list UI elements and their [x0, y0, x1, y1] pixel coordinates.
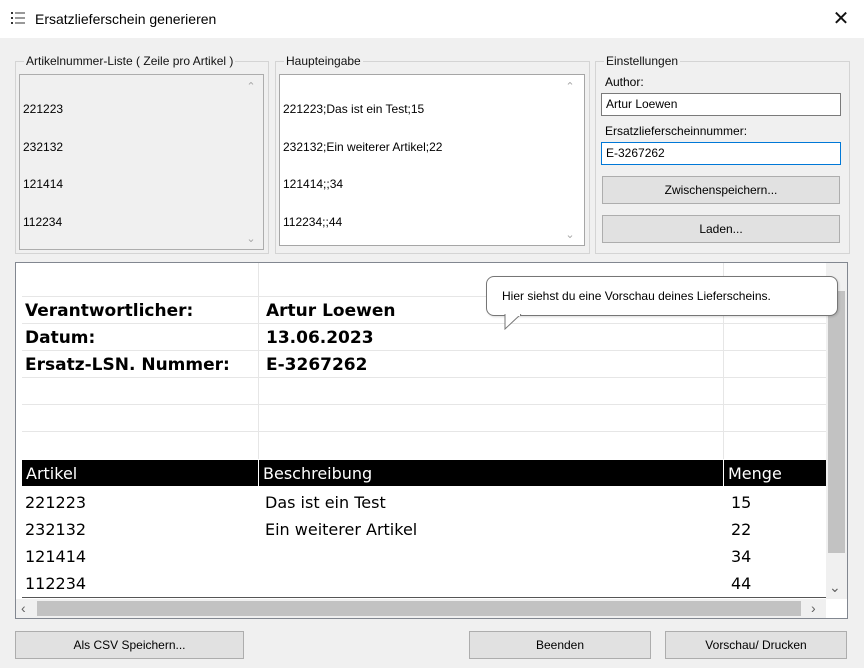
cell-quantity: 44	[731, 574, 752, 593]
column-header-description: Beschreibung	[259, 460, 723, 486]
column-header-quantity: Menge	[724, 460, 826, 486]
list-icon	[11, 12, 25, 24]
main-input-textarea[interactable]: 221223;Das ist ein Test;15 232132;Ein we…	[279, 74, 585, 246]
delivery-number-field[interactable]: E-3267262	[601, 142, 841, 165]
author-label: Author:	[605, 75, 644, 89]
cell-article: 121414	[25, 547, 87, 566]
horizontal-scrollbar[interactable]: ‹ ›	[16, 599, 826, 618]
cell-description: Das ist ein Test	[265, 493, 386, 512]
main-input-label: Haupteingabe	[284, 54, 363, 68]
tooltip-pointer	[504, 314, 522, 330]
input-line: 112234;;44	[283, 214, 343, 229]
vertical-scroll-thumb[interactable]	[828, 291, 845, 553]
lsn-number-value: E-3267262	[266, 355, 368, 375]
responsible-value: Artur Loewen	[266, 301, 396, 321]
cell-quantity: 22	[731, 520, 752, 539]
date-label: Datum:	[25, 328, 96, 348]
scroll-up-icon[interactable]: ⌃	[243, 80, 259, 93]
settings-label: Einstellungen	[604, 54, 681, 68]
cell-quantity: 15	[731, 493, 752, 512]
cell-article: 221223	[25, 493, 87, 512]
load-button[interactable]: Laden...	[602, 215, 840, 243]
scroll-down-icon[interactable]: ⌄	[562, 228, 578, 241]
cell-description: Ein weiterer Artikel	[265, 520, 418, 539]
responsible-label: Verantwortlicher:	[25, 301, 194, 321]
preview-tooltip: Hier siehst du eine Vorschau deines Lief…	[486, 276, 838, 316]
exit-button[interactable]: Beenden	[469, 631, 651, 659]
save-temp-button[interactable]: Zwischenspeichern...	[602, 176, 840, 204]
scroll-down-icon[interactable]: ⌄	[243, 232, 259, 245]
save-csv-button[interactable]: Als CSV Speichern...	[15, 631, 244, 659]
number-label: Ersatzlieferscheinnummer:	[605, 124, 748, 138]
article-line: 221223	[23, 102, 64, 116]
article-line: 121414	[23, 177, 64, 191]
date-value: 13.06.2023	[266, 328, 374, 348]
input-line: 121414;;34	[283, 177, 344, 191]
close-icon[interactable]: ✕	[826, 6, 856, 32]
cell-article: 112234	[25, 574, 87, 593]
cell-quantity: 34	[731, 547, 752, 566]
article-line: 232132	[23, 139, 64, 154]
scroll-down-icon[interactable]: ⌄	[829, 579, 841, 596]
scroll-right-icon[interactable]: ›	[811, 600, 816, 616]
scroll-left-icon[interactable]: ‹	[21, 600, 26, 616]
input-line: 232132;Ein weiterer Artikel;22	[283, 139, 443, 154]
lsn-number-label: Ersatz-LSN. Nummer:	[25, 355, 230, 375]
window-title: Ersatzlieferschein generieren	[35, 11, 217, 27]
article-line: 112234	[23, 214, 63, 229]
author-field[interactable]: Artur Loewen	[601, 93, 841, 116]
preview-print-button[interactable]: Vorschau/ Drucken	[665, 631, 847, 659]
article-list-label: Artikelnummer-Liste ( Zeile pro Artikel …	[24, 54, 236, 68]
column-header-article: Artikel	[22, 460, 258, 486]
input-line: 221223;Das ist ein Test;15	[283, 102, 425, 116]
article-list-textarea[interactable]: 221223 232132 121414 112234	[19, 74, 264, 250]
cell-article: 232132	[25, 520, 87, 539]
scroll-up-icon[interactable]: ⌃	[562, 80, 578, 93]
title-bar: Ersatzlieferschein generieren ✕	[0, 0, 864, 38]
horizontal-scroll-thumb[interactable]	[37, 601, 801, 616]
